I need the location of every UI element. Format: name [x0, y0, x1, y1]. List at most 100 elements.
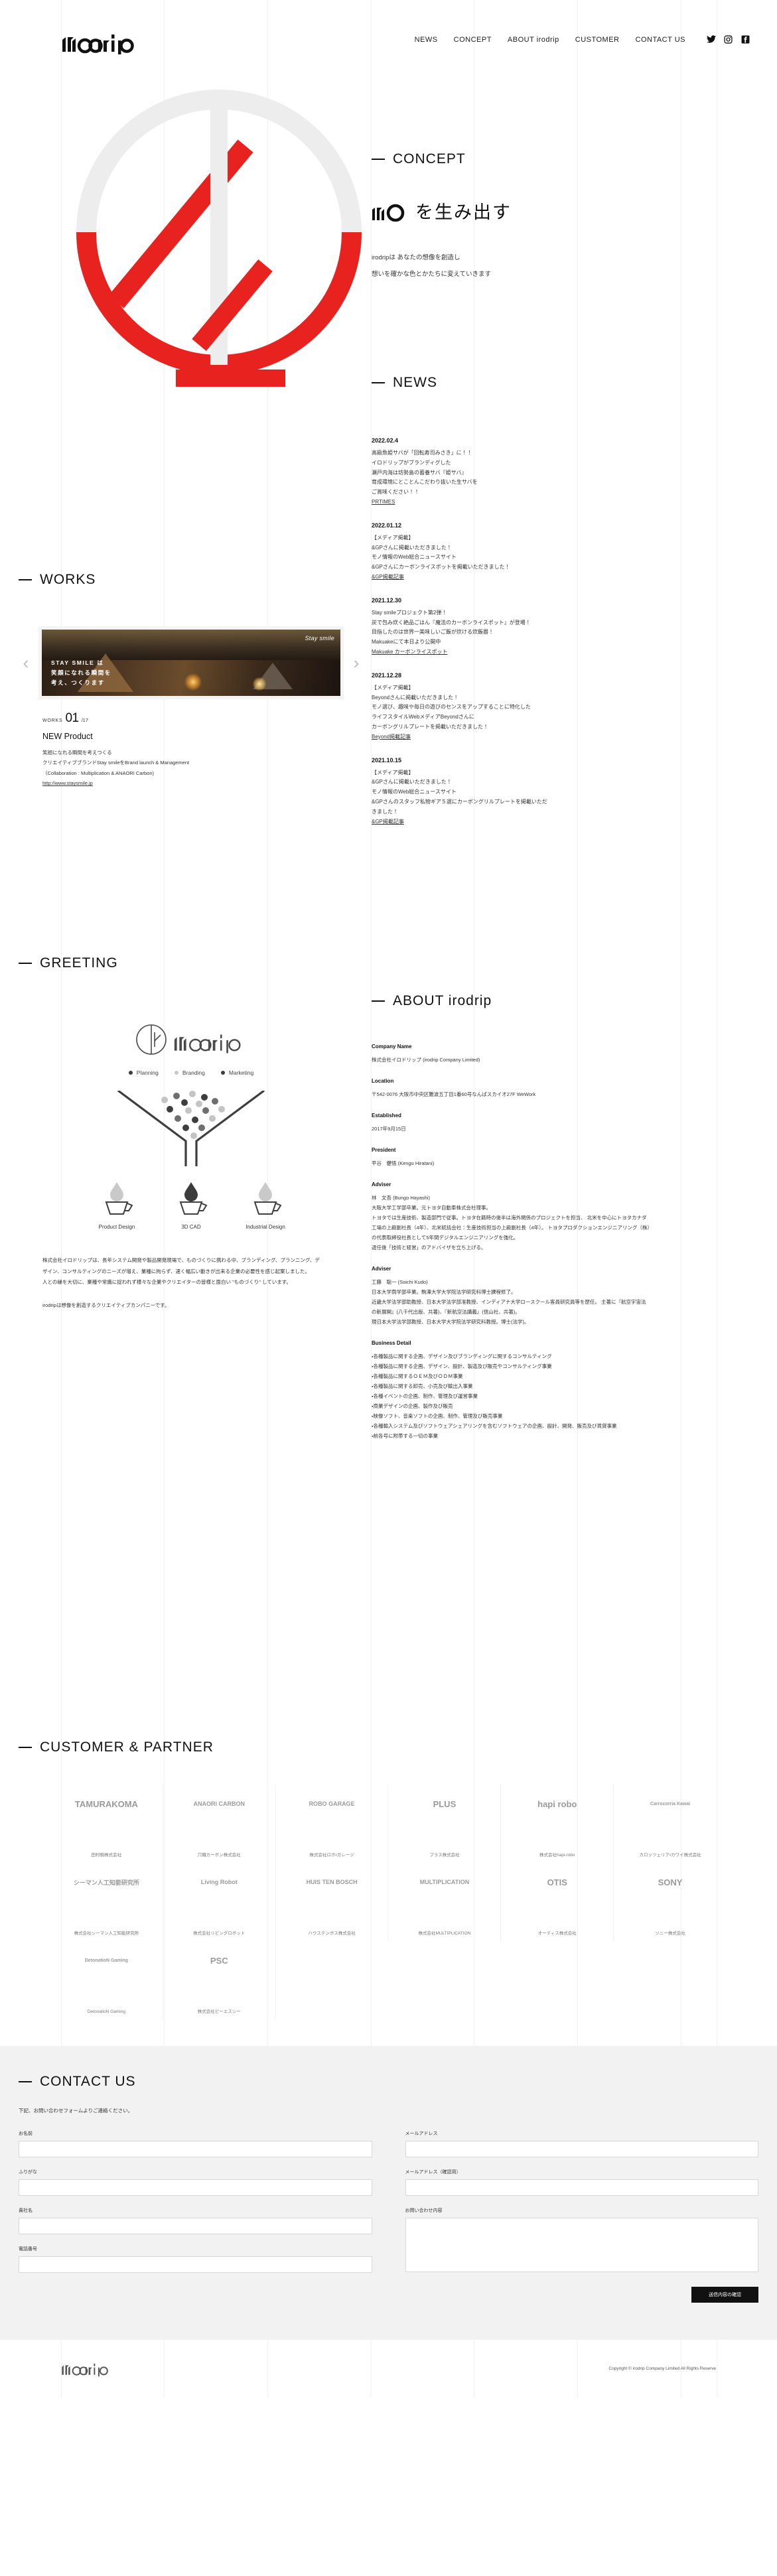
- about-block-heading: Adviser: [372, 1266, 391, 1272]
- news-link[interactable]: &GP掲載記事: [372, 574, 404, 580]
- input-furigana[interactable]: [19, 2179, 372, 2196]
- works-slide-image[interactable]: Stay smile STAY SMILE は 笑顔になれる瞬間を 考え、つくり…: [38, 626, 344, 699]
- about-text-line: 平谷 健悟 (Kengo Hiratani): [372, 1160, 435, 1166]
- news-link[interactable]: PRTIMES: [372, 499, 395, 505]
- about-section-label: ABOUT irodrip: [372, 993, 650, 1009]
- about-business-item: ・映像ソフト、音楽ソフトの企画、制作、管理及び販売事業: [372, 1413, 503, 1419]
- customer-logo-cell[interactable]: hapi robo 株式会社hapi-robo: [501, 1785, 614, 1863]
- hero-brand-graphic: [76, 90, 362, 387]
- label-name: お名前: [19, 2132, 33, 2136]
- section-dash-icon: [19, 2081, 32, 2082]
- news-body: 【メディア掲載】 &GPさんに掲載いただきました！ モノ情報のWeb総合ニュースサイ…: [372, 768, 657, 827]
- works-slider: ‹ Stay smile STAY SMILE は 笑顔になれる瞬間を 考え、つ…: [19, 626, 364, 699]
- greeting-tag: Planning: [128, 1069, 159, 1076]
- input-email[interactable]: [405, 2141, 758, 2157]
- news-section-label: NEWS: [372, 375, 657, 391]
- customer-logo-cell[interactable]: MULTIPLICATION 株式会社MULTIPLICATION: [388, 1863, 502, 1941]
- contact-form: お名前 ふりがな 貴社名 電話番号 メールアドレス メールアドレス（確認用） お…: [0, 2130, 777, 2303]
- irodrip-wordmark-icon: [174, 1034, 241, 1053]
- news-body: 【メディア掲載】 Beyondさんに掲載いただきました！ モノ選び、趣味や毎日の遊び…: [372, 683, 657, 742]
- contact-section: CONTACT US 下記、お問い合わせフォームよりご連絡ください。 お名前 ふ…: [0, 2046, 777, 2340]
- customer-logo-cell[interactable]: ANAORi CARBON 穴織カーボン株式会社: [163, 1785, 276, 1863]
- customer-logo-cell[interactable]: HUIS TEN BOSCH ハウステンボス株式会社: [276, 1863, 389, 1941]
- service-icon-caption: Product Design: [98, 1224, 135, 1230]
- footer-logo[interactable]: [61, 2357, 113, 2380]
- works-section: WORKS ‹ Stay smile STAY SMILE は 笑顔になれる瞬間…: [19, 572, 364, 789]
- news-line: &GPさんのスタッフ私物ギア５選にカーボングリルプレートを掲載いただ: [372, 798, 547, 805]
- works-url-link[interactable]: http://www.staysmile.jp: [42, 780, 93, 786]
- concept-headline-text: を生み出す: [415, 202, 512, 222]
- customer-logo-caption: 株式会社シーマン人工知能研究所: [74, 1931, 139, 1936]
- customer-logo-cell[interactable]: SONY ソニー株式会社: [614, 1863, 727, 1941]
- customer-logo-caption: DetonatioN Gaming: [87, 2009, 125, 2014]
- input-phone[interactable]: [19, 2256, 372, 2273]
- service-icon-item: 3D CAD: [167, 1181, 216, 1230]
- nav-item-customer[interactable]: CUSTOMER: [575, 36, 620, 44]
- chevron-left-icon[interactable]: ‹: [19, 651, 33, 674]
- chevron-right-icon[interactable]: ›: [349, 651, 364, 674]
- facebook-icon[interactable]: [741, 35, 750, 44]
- submit-button[interactable]: 送信内容の確認: [691, 2287, 758, 2303]
- about-block-text: 2017年9月15日: [372, 1124, 650, 1134]
- service-icon-item: Industrial Design: [241, 1181, 290, 1230]
- news-line: ライフスタイルWebメディアBeyondさんに: [372, 714, 474, 720]
- main-nav: NEWS CONCEPT ABOUT irodrip CUSTOMER CONT…: [415, 35, 750, 44]
- bullet-dot-icon: [220, 1071, 225, 1075]
- customer-logo-cell[interactable]: OTIS オーティス株式会社: [501, 1863, 614, 1941]
- works-desc-line-2: クリエイティブブランドStay smileをBrand launch & Man…: [42, 760, 190, 766]
- social-links: [707, 35, 750, 44]
- news-line: Beyondさんに掲載いただきました！: [372, 694, 459, 701]
- news-link[interactable]: &GP掲載記事: [372, 819, 404, 825]
- nav-item-news[interactable]: NEWS: [415, 36, 438, 44]
- about-text-line: 2017年9月15日: [372, 1126, 406, 1132]
- customer-logo-cell[interactable]: TAMURAKOMA 田村駒株式会社: [50, 1785, 163, 1863]
- customer-logo-cell[interactable]: Carrozzeria Kawai カロッツェリア・カワイ株式会社: [614, 1785, 727, 1863]
- customer-logo-cell[interactable]: シーマン人工知能研究所 株式会社シーマン人工知能研究所: [50, 1863, 163, 1941]
- works-index: 01: [65, 711, 79, 725]
- concept-section-label: CONCEPT: [372, 151, 650, 167]
- customer-logo-cell[interactable]: PLUS プラス株式会社: [388, 1785, 502, 1863]
- concept-body-line-1: irodripは あなたの想像を創造し: [372, 254, 460, 261]
- news-line: きました！: [372, 808, 398, 815]
- footer-copyright: Copyright © irodrip Company Limited All …: [608, 2366, 716, 2371]
- drop-and-cup-icon: [179, 1182, 208, 1215]
- about-business-item: ・各種製品に関する企画、デザイン及びブランディングに関するコンサルティング: [372, 1353, 552, 1359]
- news-line: 目指したのは世界一美味しいご飯が炊ける炊飯器！: [372, 629, 494, 636]
- slide-copy-line-3: 考え、つくります: [51, 679, 105, 687]
- customer-logo-caption: 株式会社hapi-robo: [539, 1853, 575, 1858]
- site-logo[interactable]: [61, 25, 141, 54]
- nav-item-concept[interactable]: CONCEPT: [454, 36, 492, 44]
- customer-logo-cell[interactable]: Living Robot 株式会社リビングロボット: [163, 1863, 276, 1941]
- about-block-heading: Adviser: [372, 1182, 391, 1187]
- drop-and-cup-icon: [253, 1182, 282, 1215]
- contact-section-label: CONTACT US: [19, 2074, 777, 2090]
- customer-logo-cell[interactable]: ROBO GARAGE 株式会社ロボ・ガレージ: [276, 1785, 389, 1863]
- instagram-icon[interactable]: [724, 35, 733, 44]
- nav-item-contact[interactable]: CONTACT US: [636, 36, 686, 44]
- news-link[interactable]: Makuake カーボンライスポット: [372, 649, 447, 655]
- contact-heading: CONTACT US: [40, 2074, 136, 2089]
- input-email-confirm[interactable]: [405, 2179, 758, 2196]
- about-text-line: 株式会社イロドリップ (irodrip Company Limited): [372, 1057, 480, 1063]
- news-line: 【メディア掲載】: [372, 769, 414, 776]
- nav-item-about[interactable]: ABOUT irodrip: [508, 36, 559, 44]
- news-link[interactable]: Beyond掲載記事: [372, 734, 411, 740]
- customer-logo-caption: 穴織カーボン株式会社: [197, 1853, 241, 1858]
- input-company[interactable]: [19, 2218, 372, 2234]
- input-name[interactable]: [19, 2141, 372, 2157]
- news-line: Stay smileプロジェクト第2弾！: [372, 609, 447, 616]
- label-email-confirm: メールアドレス（確認用）: [405, 2170, 461, 2175]
- customer-logo-cell[interactable]: DetonatioN Gaming DetonatioN Gaming: [50, 1941, 163, 2019]
- about-block-text: 〒542-0076 大阪市中央区難波五丁目1番60号なんばスカイオ27F WeW…: [372, 1089, 650, 1099]
- twitter-icon[interactable]: [707, 35, 716, 44]
- input-message[interactable]: [405, 2218, 758, 2272]
- greeting-tag-label: Planning: [136, 1069, 159, 1076]
- site-footer: Copyright © irodrip Company Limited All …: [0, 2340, 777, 2397]
- customer-logo-mark: Carrozzeria Kawai: [650, 1801, 691, 1806]
- slide-campfire: [184, 673, 202, 691]
- drop-and-cup-icon: [105, 1182, 133, 1215]
- news-line: 瀬戸内海は坊勢島の蓄養サバ『姫サバ』: [372, 469, 467, 476]
- customer-logo-cell[interactable]: PSC 株式会社ピーエスシー: [163, 1941, 276, 2019]
- section-dash-icon: [372, 382, 385, 383]
- greeting-logo: [19, 1023, 364, 1056]
